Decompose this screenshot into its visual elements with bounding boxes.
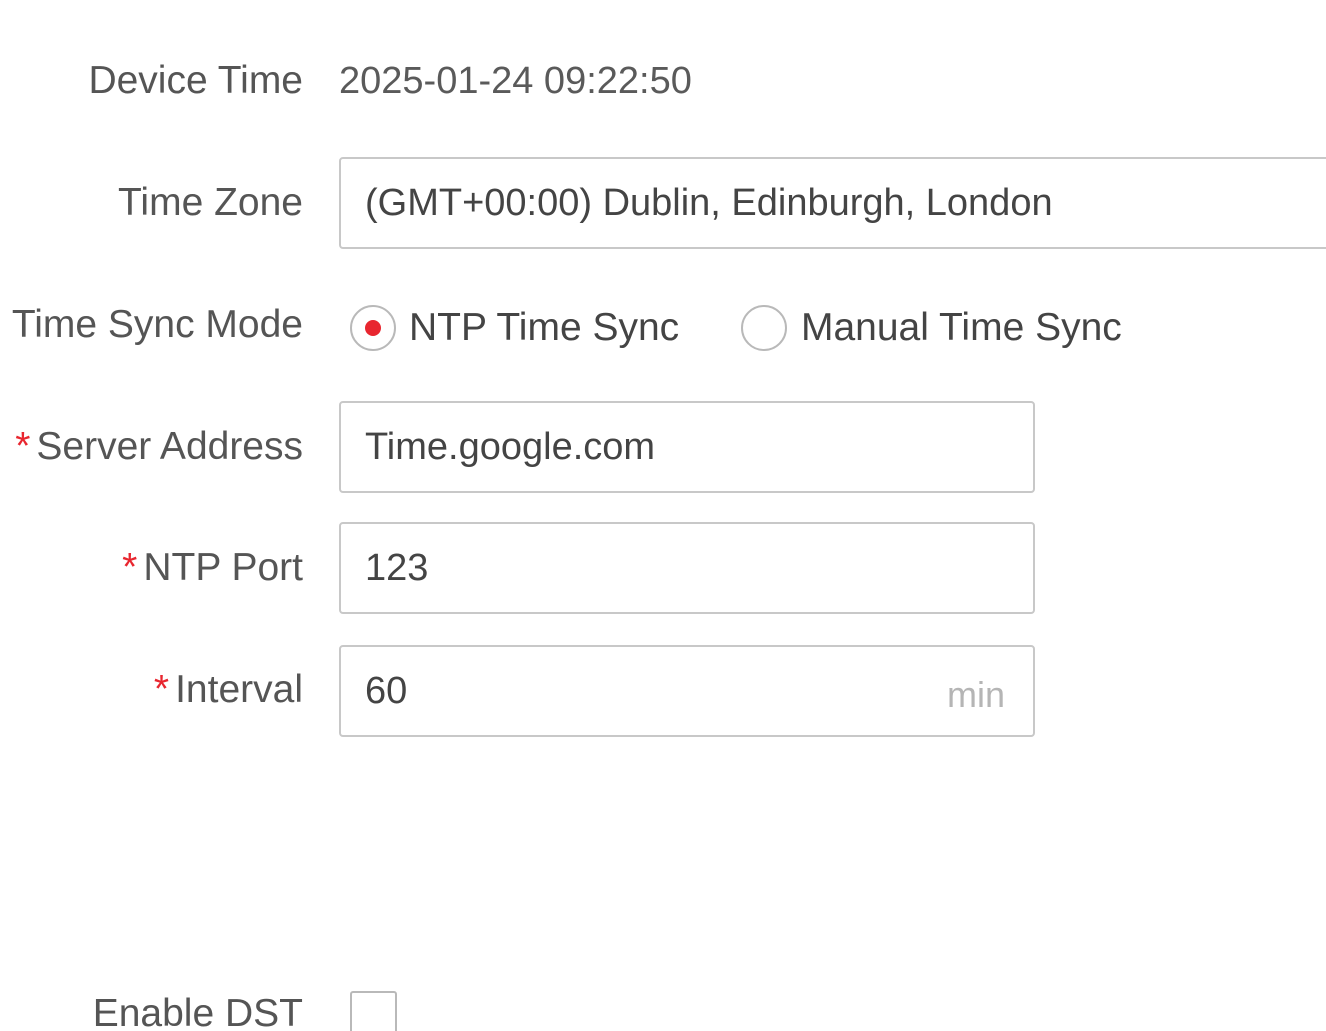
device-time-label: Device Time [88,59,303,102]
time-zone-select[interactable]: (GMT+00:00) Dublin, Edinburgh, London [339,157,1326,249]
server-address-input[interactable]: Time.google.com [339,401,1035,493]
interval-input[interactable]: 60 min [339,645,1035,737]
manual-time-sync-label[interactable]: Manual Time Sync [801,304,1122,352]
time-settings-form: Device Time 2025-01-24 09:22:50 Time Zon… [0,0,1326,1031]
time-sync-mode-label: Time Sync Mode [11,303,303,346]
enable-dst-label: Enable DST [92,992,303,1031]
server-address-label: * Server Address [15,425,303,468]
time-zone-selected-value: (GMT+00:00) Dublin, Edinburgh, London [365,182,1053,224]
ntp-time-sync-radio[interactable] [350,305,396,351]
required-asterisk: * [15,425,31,468]
enable-dst-checkbox[interactable] [350,991,397,1031]
interval-label: * Interval [153,668,303,711]
server-address-value: Time.google.com [365,426,656,468]
manual-time-sync-radio[interactable] [741,305,787,351]
required-asterisk: * [153,668,170,711]
ntp-time-sync-label[interactable]: NTP Time Sync [409,304,679,352]
ntp-port-input[interactable]: 123 [339,522,1035,614]
required-asterisk: * [122,546,138,589]
ntp-port-label: * NTP Port [122,546,303,589]
radio-selected-dot [365,320,381,336]
interval-value: 60 [365,670,408,712]
time-zone-label: Time Zone [118,181,303,224]
device-time-value: 2025-01-24 09:22:50 [339,60,692,102]
ntp-port-value: 123 [365,547,429,589]
interval-unit: min [946,674,1005,715]
